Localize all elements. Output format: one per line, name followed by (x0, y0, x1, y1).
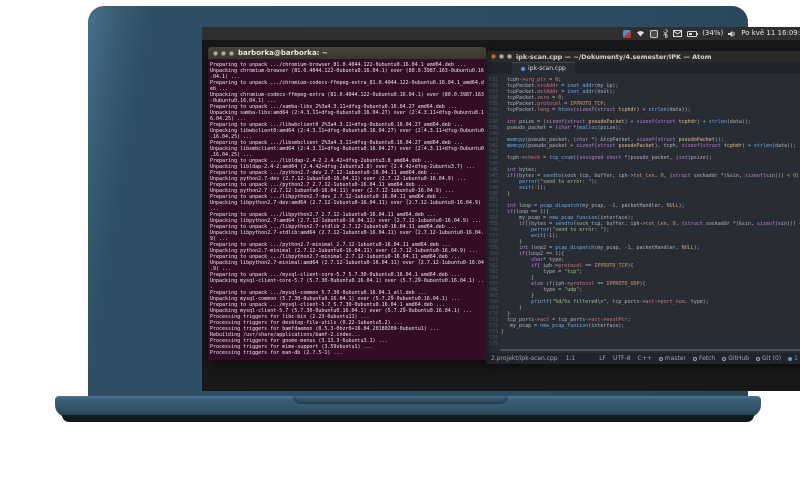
atom-window: ipk-scan.cpp — ~/Dokumenty/4.semester/IP… (486, 51, 800, 364)
system-tray: (34%) Po kvě 11 16:09:29 (623, 27, 800, 40)
terminal-line: Unpacking mysql-client-core-5.7 (5.7.30-… (210, 278, 484, 284)
status-file-path[interactable]: 2.projekt/ipk-scan.cpp (491, 355, 558, 362)
code-lines: 531 tcph->urg_ptr = 0; 532 tcpPacket.srcA… (486, 74, 800, 347)
terminal-titlebar[interactable]: barborka@barborka: ~ (208, 47, 486, 59)
terminal-line: Unpacking samba-libs:amd64 (2:4.3.11+dfs… (210, 110, 484, 116)
volume-icon[interactable] (728, 30, 736, 38)
atom-window-buttons (491, 54, 512, 59)
status-item-fetch[interactable]: Fetch (692, 355, 715, 362)
status-item-utf-8[interactable]: UTF-8 (613, 355, 631, 362)
maximize-button[interactable] (507, 54, 512, 59)
status-item-master[interactable]: master (658, 355, 686, 362)
clock[interactable]: Po kvě 11 16:09:29 (741, 27, 800, 40)
laptop-lid: (34%) Po kvě 11 16:09:29 (88, 6, 800, 398)
terminal-window: barborka@barborka: ~ Preparing to unpack… (208, 47, 486, 360)
laptop-mockup: (34%) Po kvě 11 16:09:29 (0, 0, 800, 477)
wifi-icon[interactable] (636, 30, 645, 37)
terminal-window-buttons (213, 50, 234, 56)
laptop-bottom-strip (62, 415, 754, 422)
status-item-git-0-[interactable]: Git (0) (756, 355, 781, 362)
sync-icon (692, 356, 697, 361)
status-cursor-position[interactable]: 1:1 (566, 355, 576, 362)
terminal-line: Preparing to unpack .../chromium-codecs-… (210, 80, 484, 86)
minimize-button[interactable] (221, 50, 226, 56)
terminal-line: Unpacking libpython2.7-stdlib:amd64 (2.7… (210, 230, 484, 236)
tab-ipk-scan-cpp[interactable]: ipk-scan.cpp (512, 62, 575, 74)
status-item-lf[interactable]: LF (599, 355, 606, 362)
terminal-line: Unpacking libpython2.7-dev:amd64 (2.7.12… (210, 200, 481, 206)
terminal-title: barborka@barborka: ~ (238, 49, 328, 57)
github-icon (722, 356, 727, 361)
code-editor[interactable]: 531 tcph->urg_ptr = 0; 532 tcpPacket.srcA… (486, 74, 800, 353)
atom-titlebar[interactable]: ipk-scan.cpp — ~/Dokumenty/4.semester/IP… (486, 51, 800, 62)
code-line: 542 memcpy(pseudo_packet + sizeof(struct… (486, 143, 800, 149)
status-item-c-[interactable]: C++ (638, 355, 652, 362)
mail-icon[interactable] (673, 30, 683, 37)
close-button[interactable] (213, 50, 218, 56)
maximize-button[interactable] (229, 50, 234, 56)
battery-icon[interactable] (687, 30, 699, 37)
git-icon (756, 356, 761, 361)
terminal-line: Unpacking libpython2.7-minimal:amd64 (2.… (210, 260, 484, 266)
modified-dot-icon (521, 66, 525, 71)
updater-icon[interactable] (623, 29, 632, 38)
atom-tab-bar: ipk-scan.cpp (486, 62, 800, 74)
status-item-1-update[interactable]: 1 update (788, 355, 800, 362)
keyboard-indicator-icon[interactable] (650, 29, 659, 38)
terminal-line: Processing triggers for man-db (2.7.5-1)… (210, 350, 343, 356)
atom-status-bar: 2.projekt/ipk-scan.cpp 1:1 LF UTF-8 C++ mas… (486, 353, 800, 364)
screen: (34%) Po kvě 11 16:09:29 (202, 27, 800, 391)
code-line: 575 (486, 341, 800, 347)
minimize-button[interactable] (499, 54, 504, 59)
base-notch (293, 396, 508, 404)
status-item-github[interactable]: GitHub (722, 355, 749, 362)
atom-window-title: ipk-scan.cpp — ~/Dokumenty/4.semester/IP… (516, 52, 712, 61)
git-branch-icon (658, 356, 663, 361)
package-icon (788, 356, 793, 361)
horizontal-scrollbar[interactable] (500, 349, 800, 351)
top-panel: (34%) Po kvě 11 16:09:29 (202, 27, 800, 40)
status-right: LF UTF-8 C++ master Fetch GitHub Git (0) 1 upda… (599, 355, 800, 362)
bluetooth-icon[interactable] (663, 29, 669, 38)
close-button[interactable] (491, 54, 496, 59)
tab-label: ipk-scan.cpp (528, 65, 566, 72)
battery-percent[interactable]: (34%) (702, 27, 723, 40)
laptop-base (55, 396, 761, 417)
terminal-output[interactable]: Preparing to unpack .../chromium-browser… (208, 59, 486, 360)
line-number: 575 (488, 341, 498, 347)
terminal-line: Unpacking chromium-browser (81.0.4044.12… (210, 68, 484, 74)
